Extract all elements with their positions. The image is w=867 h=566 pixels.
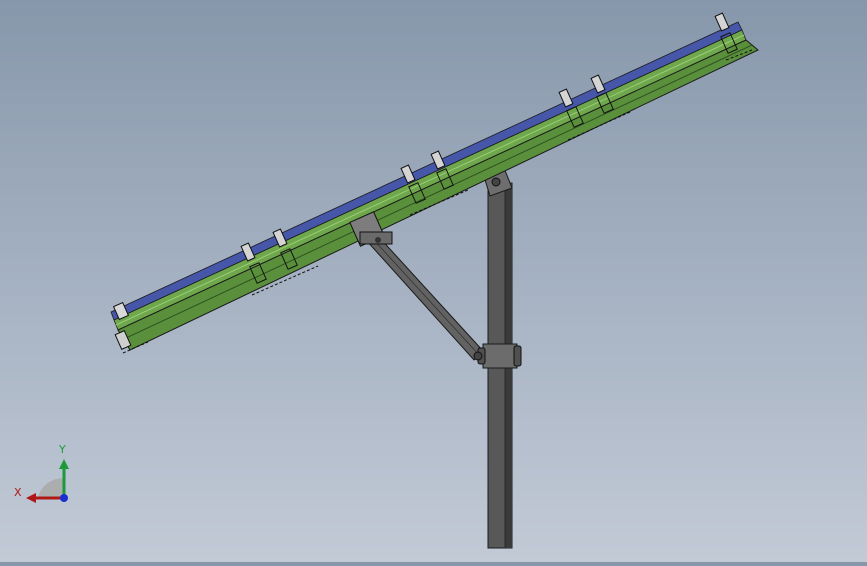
- clamp-pivot: [473, 351, 483, 361]
- solar-mount-model[interactable]: [0, 0, 867, 562]
- pivot-bolt: [491, 177, 501, 187]
- x-axis-label: X: [14, 486, 22, 499]
- rail-groove: [123, 44, 753, 340]
- panel-edge-strip: [110, 21, 743, 321]
- post-clamp[interactable]: [473, 343, 522, 369]
- brace-edge: [371, 237, 481, 357]
- rail-highlight: [115, 34, 745, 326]
- y-axis-label: Y: [59, 443, 66, 456]
- diagonal-brace[interactable]: [365, 235, 485, 361]
- clamp-plate: [482, 343, 518, 369]
- clamp-bolt-right: [513, 345, 522, 367]
- cad-viewport[interactable]: Y X: [0, 0, 867, 562]
